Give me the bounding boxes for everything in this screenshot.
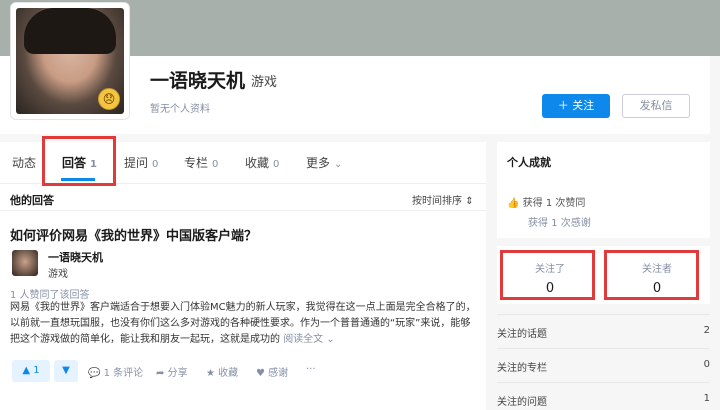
tab-columns[interactable]: 专栏 0 xyxy=(184,154,218,171)
more-actions-button[interactable]: ··· xyxy=(306,364,316,375)
answer-actions: ▲ 1 ▼ 💬 1 条评论 ➦ 分享 ★ 收藏 ♥ 感谢 ··· xyxy=(10,360,486,384)
highlight-box-followers xyxy=(604,250,699,300)
followed-questions-row[interactable]: 关注的问题 1 xyxy=(497,382,710,410)
tab-more[interactable]: 更多 ⌄ xyxy=(306,154,342,171)
answer-author-tag: 游戏 xyxy=(48,269,68,280)
question-title[interactable]: 如何评价网易《我的世界》中国版客户端？ xyxy=(10,225,257,244)
avatar[interactable]: 😞 xyxy=(10,2,130,120)
avatar-hair xyxy=(24,8,116,54)
share-icon: ➦ xyxy=(156,368,165,379)
followed-columns-row[interactable]: 关注的专栏 0 xyxy=(497,348,710,378)
answer-excerpt[interactable]: 网易《我的世界》客户端适合于想要入门体验MC魅力的新人玩家，我觉得在这一点上面是… xyxy=(10,300,480,348)
highlight-box-following xyxy=(500,250,595,300)
tab-collections[interactable]: 收藏 0 xyxy=(245,154,279,171)
highlight-box-answers-tab xyxy=(42,136,116,186)
thank-button[interactable]: ♥ 感谢 xyxy=(256,364,288,379)
user-name: 一语晓天机 xyxy=(150,70,246,92)
answer-author-avatar[interactable] xyxy=(12,250,38,276)
vote-up-button[interactable]: ▲ 1 xyxy=(12,360,50,382)
user-tag: 游戏 xyxy=(251,75,278,90)
avatar-photo: 😞 xyxy=(16,8,124,114)
user-bio: 暂无个人资料 xyxy=(150,104,210,115)
thumbs-up-icon: 👍 xyxy=(507,198,520,209)
heart-icon: ♥ xyxy=(256,368,265,379)
vote-down-button[interactable]: ▼ xyxy=(54,360,78,382)
sort-arrows-icon: ⇕ xyxy=(465,196,474,207)
collect-button[interactable]: ★ 收藏 xyxy=(206,364,238,379)
likes-count: 👍 获得 1 次赞同 xyxy=(507,198,586,209)
tab-activity[interactable]: 动态 xyxy=(12,154,36,171)
read-more-link[interactable]: 阅读全文 ⌄ xyxy=(283,334,335,345)
divider xyxy=(0,210,486,211)
achievements-title: 个人成就 xyxy=(507,156,551,169)
follow-button[interactable]: ＋ 关注 xyxy=(542,94,610,118)
share-button[interactable]: ➦ 分享 xyxy=(156,364,188,379)
followed-topics-row[interactable]: 关注的话题 2 xyxy=(497,314,710,344)
message-button[interactable]: 发私信 xyxy=(622,94,690,118)
comment-icon: 💬 xyxy=(88,368,101,379)
achievements-card: 个人成就 👍 获得 1 次赞同 获得 1 次感谢 xyxy=(497,142,710,238)
star-icon: ★ xyxy=(206,368,215,379)
sort-dropdown[interactable]: 按时间排序 ⇕ xyxy=(412,192,474,207)
answers-heading: 他的回答 xyxy=(10,194,54,207)
sad-emoji-icon: 😞 xyxy=(98,88,120,110)
thanks-count: 获得 1 次感谢 xyxy=(528,218,591,229)
comment-button[interactable]: 💬 1 条评论 xyxy=(88,364,143,379)
answer-author-name[interactable]: 一语晓天机 xyxy=(48,249,103,265)
tab-questions[interactable]: 提问 0 xyxy=(124,154,158,171)
vote-count-text: 1 人赞同了该回答 xyxy=(10,290,90,301)
